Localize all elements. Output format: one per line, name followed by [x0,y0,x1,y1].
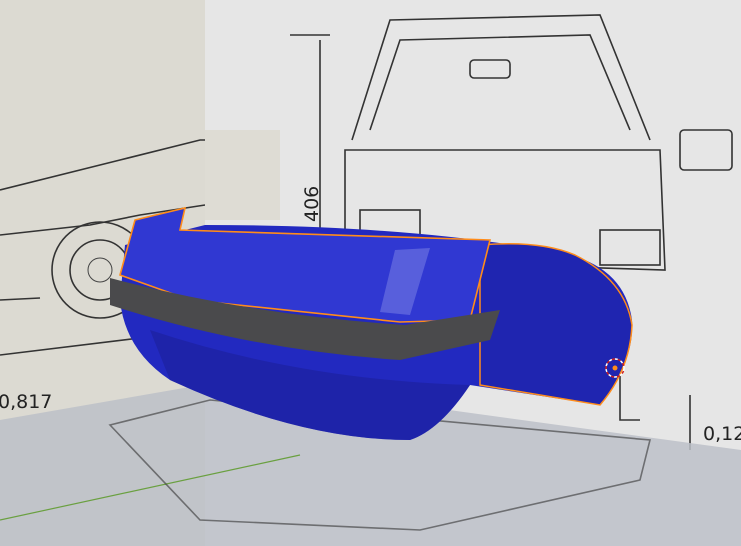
3d-viewport[interactable]: 0,817 406 0,12 [0,0,741,546]
side-dimension-label: 0,817 [0,391,52,413]
front-dimension-label: 0,12 [703,423,741,445]
viewport-canvas[interactable]: 0,817 406 0,12 [0,0,741,546]
height-dimension-label: 406 [301,186,323,222]
